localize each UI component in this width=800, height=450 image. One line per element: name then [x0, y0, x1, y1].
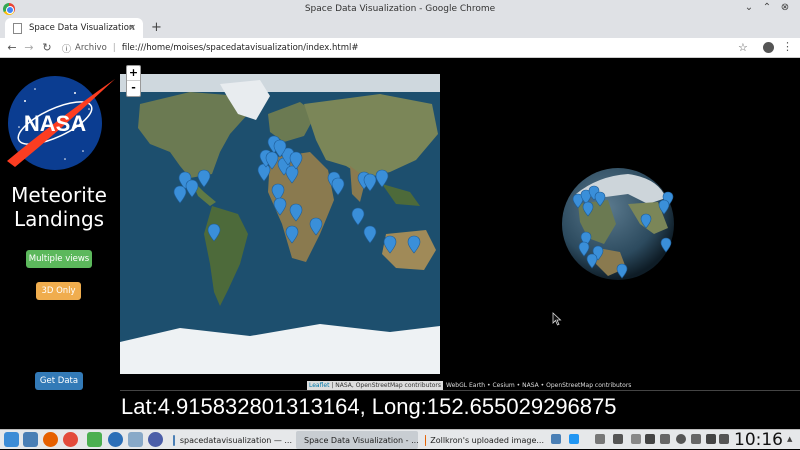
folder-icon — [173, 435, 175, 446]
android-studio-icon[interactable] — [87, 432, 102, 447]
page-favicon-icon — [13, 23, 22, 34]
zoom-out-button[interactable]: - — [127, 81, 140, 96]
svg-text:NASA: NASA — [24, 111, 86, 136]
task-label: spacedatavisualization — ... — [180, 436, 292, 445]
task-file-manager[interactable]: spacedatavisualization — ... — [170, 431, 292, 449]
leaflet-link[interactable]: Leaflet — [309, 382, 329, 389]
tray-mail-icon[interactable] — [569, 434, 579, 444]
globe-3d[interactable] — [558, 164, 678, 284]
map-2d[interactable] — [120, 74, 440, 374]
leaflet-attribution: Leaflet | NASA, OpenStreetMap contributo… — [307, 381, 443, 390]
bluetooth-icon[interactable] — [645, 434, 655, 444]
coordinates-readout: Lat:4.915832801313164, Long:152.65502929… — [121, 394, 617, 420]
scheme-label: Archivo — [75, 43, 107, 53]
address-separator: | — [113, 43, 116, 53]
tray-updates-icon[interactable] — [613, 434, 623, 444]
task-chrome[interactable]: Space Data Visualization - ... — [296, 431, 418, 449]
heading-line-1: Meteorite — [0, 183, 118, 207]
world-map-2d[interactable] — [120, 74, 440, 374]
3d-only-button[interactable]: 3D Only — [36, 282, 81, 300]
heading-line-2: Landings — [0, 207, 118, 231]
tab-space-data-visualization[interactable]: Space Data Visualization × — [5, 18, 143, 38]
tab-title: Space Data Visualization — [29, 23, 134, 33]
taskbar: spacedatavisualization — ... Space Data … — [0, 429, 800, 449]
tray-network-icon[interactable] — [551, 434, 561, 444]
minimize-button[interactable]: ⌄ — [742, 2, 756, 13]
zoom-control: + - — [126, 65, 141, 97]
maximize-button[interactable]: ⌃ — [760, 2, 774, 13]
new-tab-button[interactable]: + — [151, 20, 162, 35]
database-icon[interactable] — [148, 432, 163, 447]
tray-expand-icon[interactable]: ▲ — [787, 435, 792, 443]
window-title: Space Data Visualization - Google Chrome — [0, 4, 800, 14]
bookmark-star-icon[interactable]: ☆ — [738, 41, 748, 54]
volume-icon[interactable] — [719, 434, 729, 444]
virtualbox-icon[interactable] — [128, 432, 143, 447]
tray-clipboard-icon[interactable] — [595, 434, 605, 444]
firefox-icon[interactable] — [43, 432, 58, 447]
address-bar[interactable]: ⓘ Archivo | file:///home/moises/spacedat… — [62, 39, 752, 57]
chrome-menu-icon[interactable]: ⋮ — [782, 40, 793, 53]
reload-button[interactable]: ↻ — [40, 41, 54, 54]
back-button[interactable]: ← — [5, 41, 19, 54]
browser-toolbar: ← → ↻ ⓘ Archivo | file:///home/moises/sp… — [0, 38, 800, 58]
nasa-logo: NASA — [5, 71, 117, 175]
profile-avatar-icon[interactable] — [763, 42, 774, 53]
tray-display-icon[interactable] — [691, 434, 701, 444]
leaflet-attribution-text: | NASA, OpenStreetMap contributors — [329, 382, 441, 389]
task-label: Space Data Visualization - ... — [304, 436, 418, 445]
wifi-icon[interactable] — [676, 434, 686, 444]
clock[interactable]: 10:16 — [734, 430, 783, 450]
page-content: NASA Meteorite Landings Multiple views 3… — [0, 59, 800, 429]
get-data-button[interactable]: Get Data — [35, 372, 83, 390]
task-label: Zollkron's uploaded image... — [430, 436, 544, 445]
map-attribution: Leaflet | NASA, OpenStreetMap contributo… — [307, 381, 631, 390]
app-launcher-icon[interactable] — [4, 432, 19, 447]
battery-icon[interactable] — [706, 434, 716, 444]
chrome-icon[interactable] — [63, 432, 78, 447]
info-icon[interactable]: ⓘ — [62, 42, 71, 55]
zoom-in-button[interactable]: + — [127, 66, 140, 81]
page-heading: Meteorite Landings — [0, 183, 118, 231]
mouse-cursor-icon — [552, 312, 562, 326]
divider — [120, 390, 800, 391]
close-window-button[interactable]: ⊗ — [778, 2, 792, 13]
url-text[interactable]: file:///home/moises/spacedatavisualizati… — [122, 43, 359, 53]
tray-device-icon[interactable] — [631, 434, 641, 444]
tab-close-icon[interactable]: × — [128, 23, 136, 33]
sidebar: NASA Meteorite Landings Multiple views 3… — [0, 59, 118, 429]
globe-attribution: WebGL Earth • Cesium • NASA • OpenStreet… — [443, 382, 631, 389]
file-manager-icon[interactable] — [23, 432, 38, 447]
multiple-views-button[interactable]: Multiple views — [26, 250, 92, 268]
window-titlebar: Space Data Visualization - Google Chrome… — [0, 0, 800, 18]
tab-strip: Space Data Visualization × + — [0, 18, 800, 38]
forward-button[interactable]: → — [22, 41, 36, 54]
task-firefox[interactable]: Zollkron's uploaded image... — [422, 431, 544, 449]
tray-sync-icon[interactable] — [660, 434, 670, 444]
r-studio-icon[interactable] — [108, 432, 123, 447]
